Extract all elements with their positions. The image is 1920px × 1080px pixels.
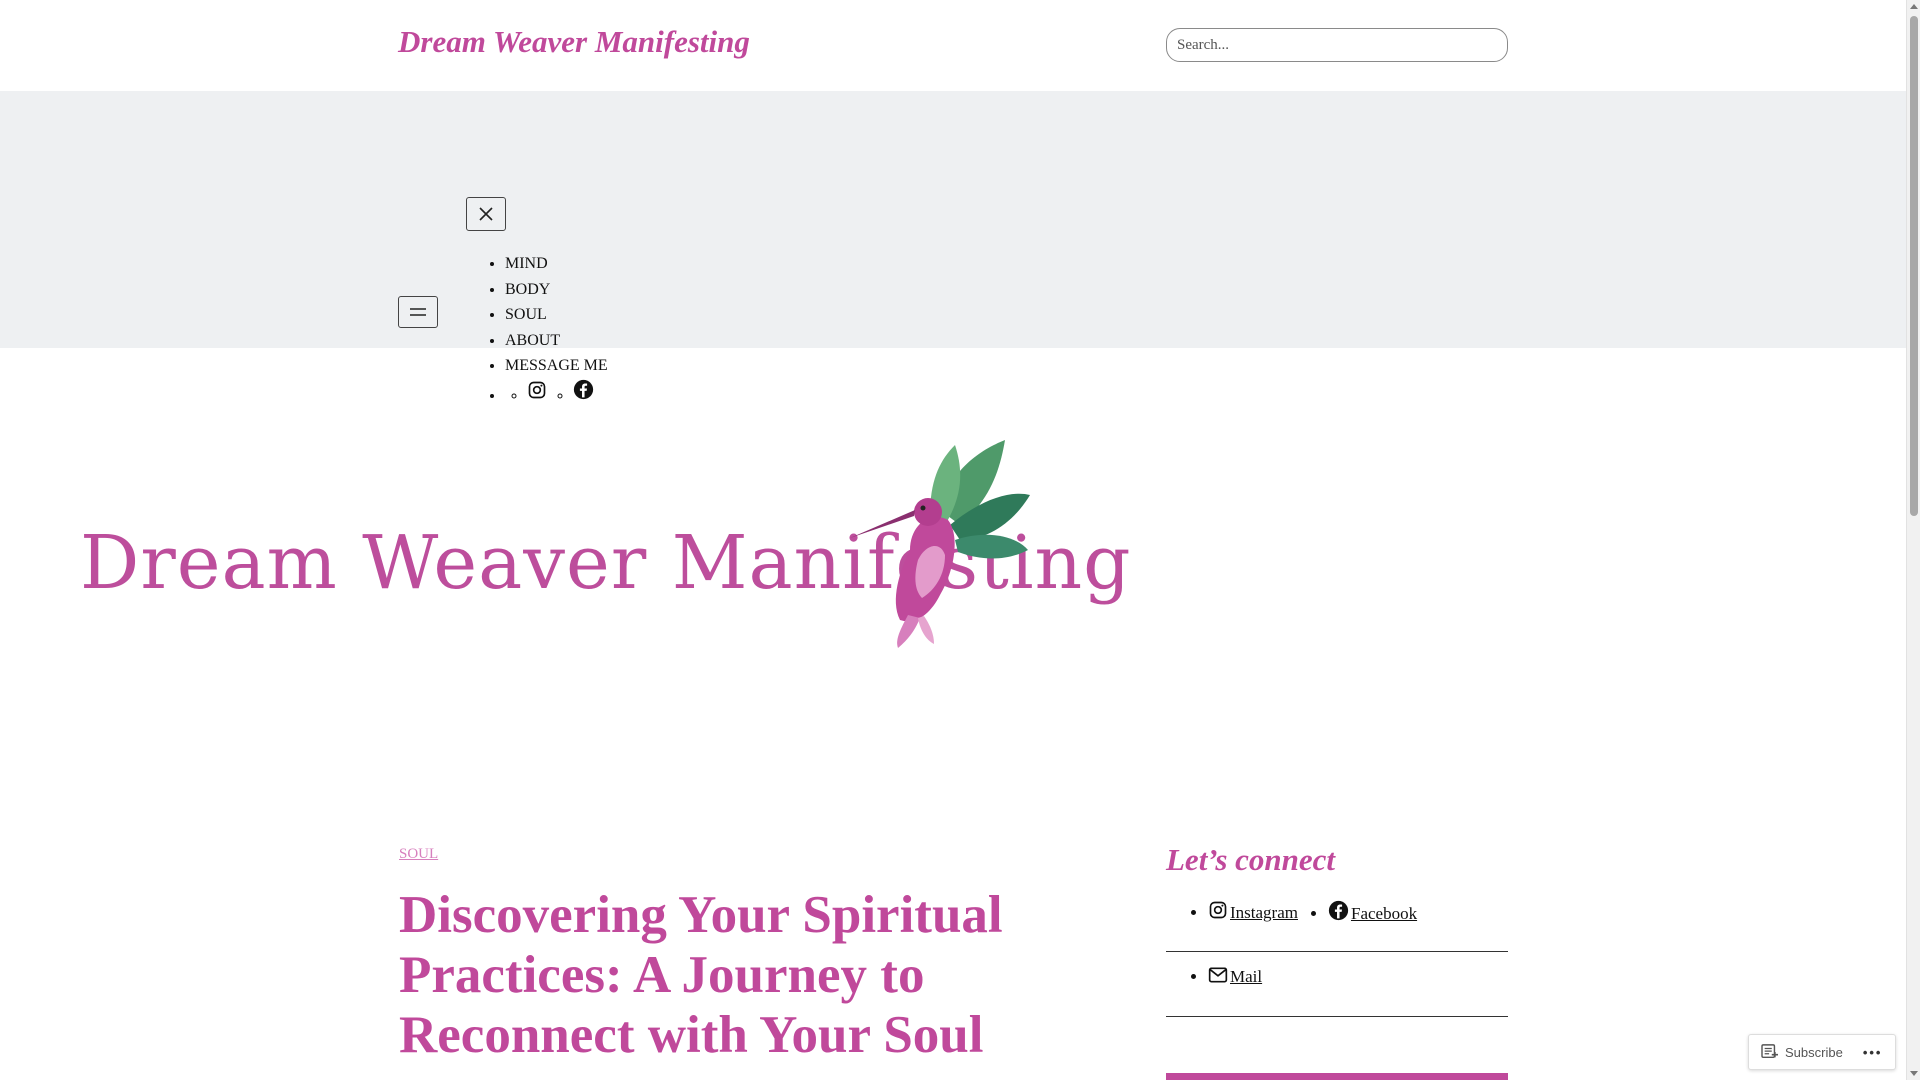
mail-link[interactable]: Mail [1230,967,1262,986]
navigation-overlay: MIND BODY SOUL ABOUT MESSAGE ME [0,91,1906,399]
scroll-up-arrow-icon[interactable] [1910,4,1918,9]
menu-social-item-facebook [573,379,594,409]
menu-instagram-link[interactable] [527,380,547,409]
menu-link-about[interactable]: ABOUT [505,332,560,349]
facebook-link[interactable]: Facebook [1351,904,1417,923]
mail-icon [1208,967,1228,983]
menu-item-about[interactable]: ABOUT [505,328,608,354]
mail-link-row: Mail [1166,966,1508,1017]
menu-link-soul[interactable]: SOUL [505,306,547,323]
subscribe-widget[interactable]: Subscribe ••• [1748,1034,1896,1070]
site-header: Dream Weaver Manifesting [0,0,1906,91]
search-box[interactable] [1166,28,1508,62]
scroll-down-arrow-icon[interactable] [1910,1071,1918,1076]
sidebar-accent-bar [1166,1073,1508,1080]
social-links-list: Instagram Facebook [1166,900,1508,924]
site-logo-banner: Dream Weaver Manifesting [60,430,1131,650]
social-links-row: Instagram Facebook [1166,900,1508,952]
menu-facebook-link[interactable] [573,379,594,409]
hamburger-icon [410,308,426,316]
search-input[interactable] [1167,29,1507,61]
page-scrollbar[interactable] [1906,0,1920,1080]
open-menu-button[interactable] [398,296,438,328]
instagram-icon [1209,901,1227,919]
menu-item-message-me[interactable]: MESSAGE ME [505,353,608,379]
main-menu: MIND BODY SOUL ABOUT MESSAGE ME [505,251,608,408]
menu-item-mind[interactable]: MIND [505,251,608,277]
sidebar-heading: Let’s connect [1166,842,1336,877]
reader-icon [1761,1044,1778,1059]
menu-item-soul[interactable]: SOUL [505,302,608,328]
menu-social-list [527,379,594,409]
subscribe-button[interactable]: Subscribe [1785,1045,1843,1060]
menu-social-item-instagram [527,380,547,409]
menu-link-message-me[interactable]: MESSAGE ME [505,357,608,374]
facebook-icon [573,379,594,399]
close-menu-button[interactable] [466,197,506,231]
social-item-instagram: Instagram [1208,900,1298,924]
social-item-mail: Mail [1208,966,1262,987]
site-title[interactable]: Dream Weaver Manifesting [398,24,750,60]
mail-links-list: Mail [1166,966,1508,987]
close-icon [479,207,493,221]
post-title[interactable]: Discovering Your Spiritual Practices: A … [399,885,1039,1065]
instagram-icon [528,381,546,398]
facebook-icon [1328,900,1349,921]
social-item-facebook: Facebook [1328,900,1417,924]
hummingbird-logo-icon [850,440,1030,648]
post-category-link[interactable]: SOUL [399,846,438,863]
more-options-button[interactable]: ••• [1863,1045,1883,1060]
scrollbar-thumb[interactable] [1910,16,1918,516]
menu-link-mind[interactable]: MIND [505,255,548,272]
instagram-link[interactable]: Instagram [1230,903,1298,922]
menu-link-body[interactable]: BODY [505,281,550,298]
menu-item-social [505,379,608,409]
menu-item-body[interactable]: BODY [505,277,608,303]
